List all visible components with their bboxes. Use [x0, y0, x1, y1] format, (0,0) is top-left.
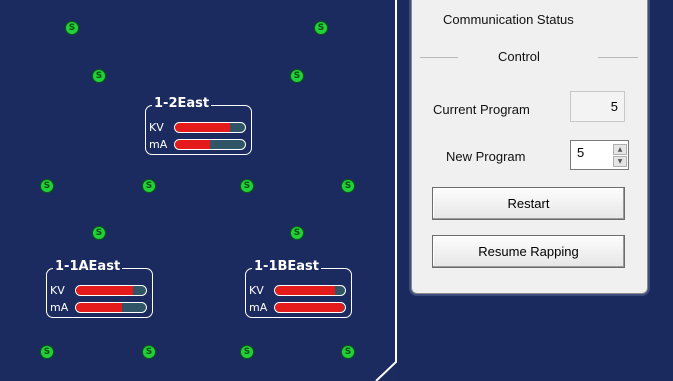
kv-label: KV	[149, 121, 164, 134]
group-divider	[598, 57, 638, 58]
resume-rapping-button[interactable]: Resume Rapping	[432, 235, 625, 268]
control-group-label: Control	[498, 49, 540, 64]
status-indicator-icon[interactable]: S	[142, 345, 156, 359]
stepper-buttons: ▲ ▼	[613, 142, 627, 168]
status-indicator-icon[interactable]: S	[290, 69, 304, 83]
stepper-down-icon[interactable]: ▼	[613, 156, 627, 167]
status-indicator-icon[interactable]: S	[142, 179, 156, 193]
ma-label: mA	[50, 301, 69, 314]
ma-label: mA	[149, 138, 168, 151]
ma-meter-fill	[175, 140, 210, 149]
kv-meter-fill	[76, 286, 134, 295]
ma-meter-fill	[76, 303, 122, 312]
ma-label: mA	[249, 301, 268, 314]
current-program-label: Current Program	[433, 102, 530, 117]
unit-panel[interactable]: 1-1BEast KV mA	[245, 259, 352, 318]
ma-meter-fill	[275, 303, 345, 312]
status-indicator-icon[interactable]: S	[40, 345, 54, 359]
kv-label: KV	[249, 284, 264, 297]
unit-title: 1-2East	[152, 96, 212, 111]
status-indicator-icon[interactable]: S	[341, 345, 355, 359]
kv-meter-fill	[175, 123, 230, 132]
ma-meter	[174, 139, 246, 150]
ma-meter	[75, 302, 147, 313]
stepper-up-icon[interactable]: ▲	[613, 144, 627, 155]
ma-meter	[274, 302, 346, 313]
unit-title: 1-1BEast	[252, 259, 321, 274]
status-indicator-icon[interactable]: S	[290, 226, 304, 240]
kv-meter	[75, 285, 147, 296]
status-indicator-icon[interactable]: S	[341, 179, 355, 193]
new-program-value[interactable]: 5	[577, 145, 584, 160]
group-divider	[420, 57, 458, 58]
kv-meter	[174, 122, 246, 133]
unit-title: 1-1AEast	[53, 259, 123, 274]
kv-label: KV	[50, 284, 65, 297]
status-indicator-icon[interactable]: S	[92, 69, 106, 83]
precipitator-map: S S S S S S S S S S S S S S 1-2East KV m…	[0, 0, 397, 381]
new-program-stepper[interactable]: 5 ▲ ▼	[570, 140, 629, 170]
control-panel: Communication Status Control Current Pro…	[411, 0, 648, 294]
status-indicator-icon[interactable]: S	[40, 179, 54, 193]
status-indicator-icon[interactable]: S	[314, 21, 328, 35]
communication-status-label: Communication Status	[443, 12, 574, 27]
status-indicator-icon[interactable]: S	[240, 345, 254, 359]
status-indicator-icon[interactable]: S	[240, 179, 254, 193]
unit-panel[interactable]: 1-2East KV mA	[145, 96, 252, 155]
restart-button[interactable]: Restart	[432, 187, 625, 220]
status-indicator-icon[interactable]: S	[65, 21, 79, 35]
status-indicator-icon[interactable]: S	[92, 226, 106, 240]
screen: S S S S S S S S S S S S S S 1-2East KV m…	[0, 0, 673, 381]
kv-meter	[274, 285, 346, 296]
unit-panel[interactable]: 1-1AEast KV mA	[46, 259, 153, 318]
current-program-field: 5	[570, 91, 625, 122]
new-program-label: New Program	[446, 149, 526, 164]
kv-meter-fill	[275, 286, 335, 295]
